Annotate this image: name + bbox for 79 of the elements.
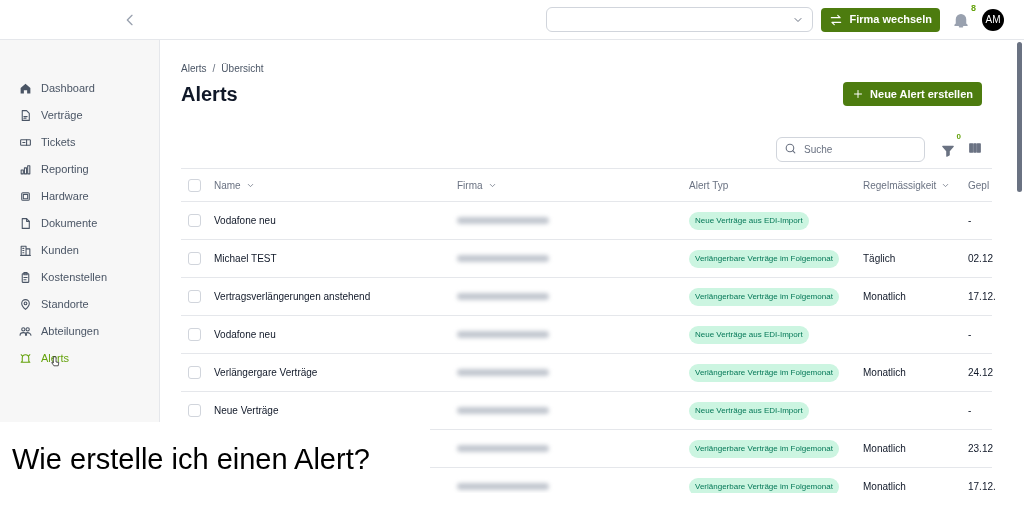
swap-arrows-icon bbox=[829, 12, 844, 27]
table-cell: Monatlich bbox=[863, 367, 906, 378]
checkbox[interactable] bbox=[188, 214, 201, 227]
file-icon bbox=[19, 216, 32, 230]
breadcrumb-separator: / bbox=[212, 62, 216, 76]
sidebar-item[interactable]: Dashboard bbox=[19, 79, 159, 97]
table-cell: Monatlich bbox=[863, 291, 906, 302]
checkbox[interactable] bbox=[188, 366, 201, 379]
table-cell: Verlängergare Verträge bbox=[214, 367, 318, 378]
filter-button[interactable] bbox=[941, 144, 955, 158]
alert-type-tag: Verlängerbare Verträge im Folgemonat bbox=[689, 249, 839, 268]
sidebar-item[interactable]: Kunden bbox=[19, 241, 159, 259]
scrollbar-thumb[interactable] bbox=[1016, 42, 1022, 192]
clipboard-icon bbox=[19, 270, 32, 284]
plus-icon bbox=[852, 88, 865, 100]
table-cell: Monatlich bbox=[863, 443, 906, 454]
sidebar-item[interactable]: Dokumente bbox=[19, 214, 159, 232]
checkbox[interactable] bbox=[188, 404, 201, 417]
columns-button[interactable] bbox=[968, 141, 982, 155]
alert-type-tag: Verlängerbare Verträge im Folgemonat bbox=[689, 439, 839, 458]
column-header[interactable]: Regelmässigkeit bbox=[863, 177, 951, 193]
column-header: Gepl bbox=[968, 178, 990, 193]
column-header[interactable]: Name bbox=[214, 177, 255, 193]
user-avatar[interactable]: AM bbox=[982, 8, 1004, 31]
table-cell: 17.12. bbox=[968, 481, 996, 492]
search-field[interactable]: Suche bbox=[776, 136, 925, 162]
sidebar-item[interactable]: Hardware bbox=[19, 187, 159, 205]
notification-count: 8 bbox=[971, 1, 976, 15]
sidebar-item[interactable]: Kostenstellen bbox=[19, 268, 159, 286]
bell-icon bbox=[19, 351, 32, 365]
column-header[interactable]: Firma bbox=[457, 177, 497, 193]
alert-type-tag: Neue Verträge aus EDI-Import bbox=[689, 401, 809, 420]
video-caption: Wie erstelle ich einen Alert? bbox=[12, 442, 371, 477]
chip-icon bbox=[19, 189, 32, 203]
location-pin-icon bbox=[19, 297, 32, 311]
columns-icon bbox=[968, 141, 982, 155]
table-cell: Täglich bbox=[863, 253, 896, 264]
document-icon bbox=[19, 108, 32, 122]
company-select[interactable] bbox=[546, 7, 814, 32]
switch-company-button[interactable]: Firma wechseln bbox=[821, 7, 940, 32]
users-icon bbox=[19, 324, 32, 338]
checkbox[interactable] bbox=[188, 252, 201, 265]
checkbox[interactable] bbox=[188, 178, 201, 192]
table-cell: 02.12 bbox=[968, 253, 994, 264]
sidebar-item[interactable]: Abteilungen bbox=[19, 322, 159, 340]
table-cell: Vertragsverlängerungen anstehend bbox=[214, 291, 371, 302]
create-alert-button[interactable]: Neue Alert erstellen bbox=[843, 82, 982, 106]
building-icon bbox=[19, 243, 32, 257]
alert-type-tag: Verlängerbare Verträge im Folgemonat bbox=[689, 477, 839, 493]
table-cell: - bbox=[968, 329, 972, 340]
filter-icon bbox=[941, 144, 955, 158]
alert-type-tag: Neue Verträge aus EDI-Import bbox=[689, 325, 809, 344]
table-cell: - bbox=[968, 215, 972, 226]
sidebar-item[interactable]: Reporting bbox=[19, 160, 159, 178]
bar-chart-icon bbox=[19, 162, 32, 176]
breadcrumb-link[interactable]: Alerts bbox=[181, 61, 207, 76]
alert-type-tag: Verlängerbare Verträge im Folgemonat bbox=[689, 287, 839, 306]
alert-type-tag: Verlängerbare Verträge im Folgemonat bbox=[689, 363, 839, 382]
table-cell: - bbox=[968, 405, 972, 416]
sidebar-item[interactable]: Standorte bbox=[19, 295, 159, 313]
search-icon bbox=[784, 141, 797, 155]
breadcrumb-link[interactable]: Übersicht bbox=[221, 61, 264, 76]
table-cell: 24.12 bbox=[968, 367, 994, 378]
checkbox[interactable] bbox=[188, 328, 201, 341]
filter-count: 0 bbox=[956, 131, 961, 143]
table-cell: 23.12 bbox=[968, 443, 994, 454]
table-cell: Monatlich bbox=[863, 481, 906, 492]
table-cell: Vodafone neu bbox=[214, 215, 276, 226]
checkbox[interactable] bbox=[188, 290, 201, 303]
table-cell: Michael TEST bbox=[214, 253, 277, 264]
column-header: Alert Typ bbox=[689, 178, 729, 193]
sidebar-item[interactable]: Verträge bbox=[19, 106, 159, 124]
table-cell: Vodafone neu bbox=[214, 329, 276, 340]
page-title: Alerts bbox=[181, 82, 238, 107]
home-icon bbox=[19, 81, 32, 95]
sidebar-item[interactable]: Tickets bbox=[19, 133, 159, 151]
table-cell: Neue Verträge bbox=[214, 405, 279, 416]
table-cell: 17.12. bbox=[968, 291, 996, 302]
alert-type-tag: Neue Verträge aus EDI-Import bbox=[689, 211, 809, 230]
